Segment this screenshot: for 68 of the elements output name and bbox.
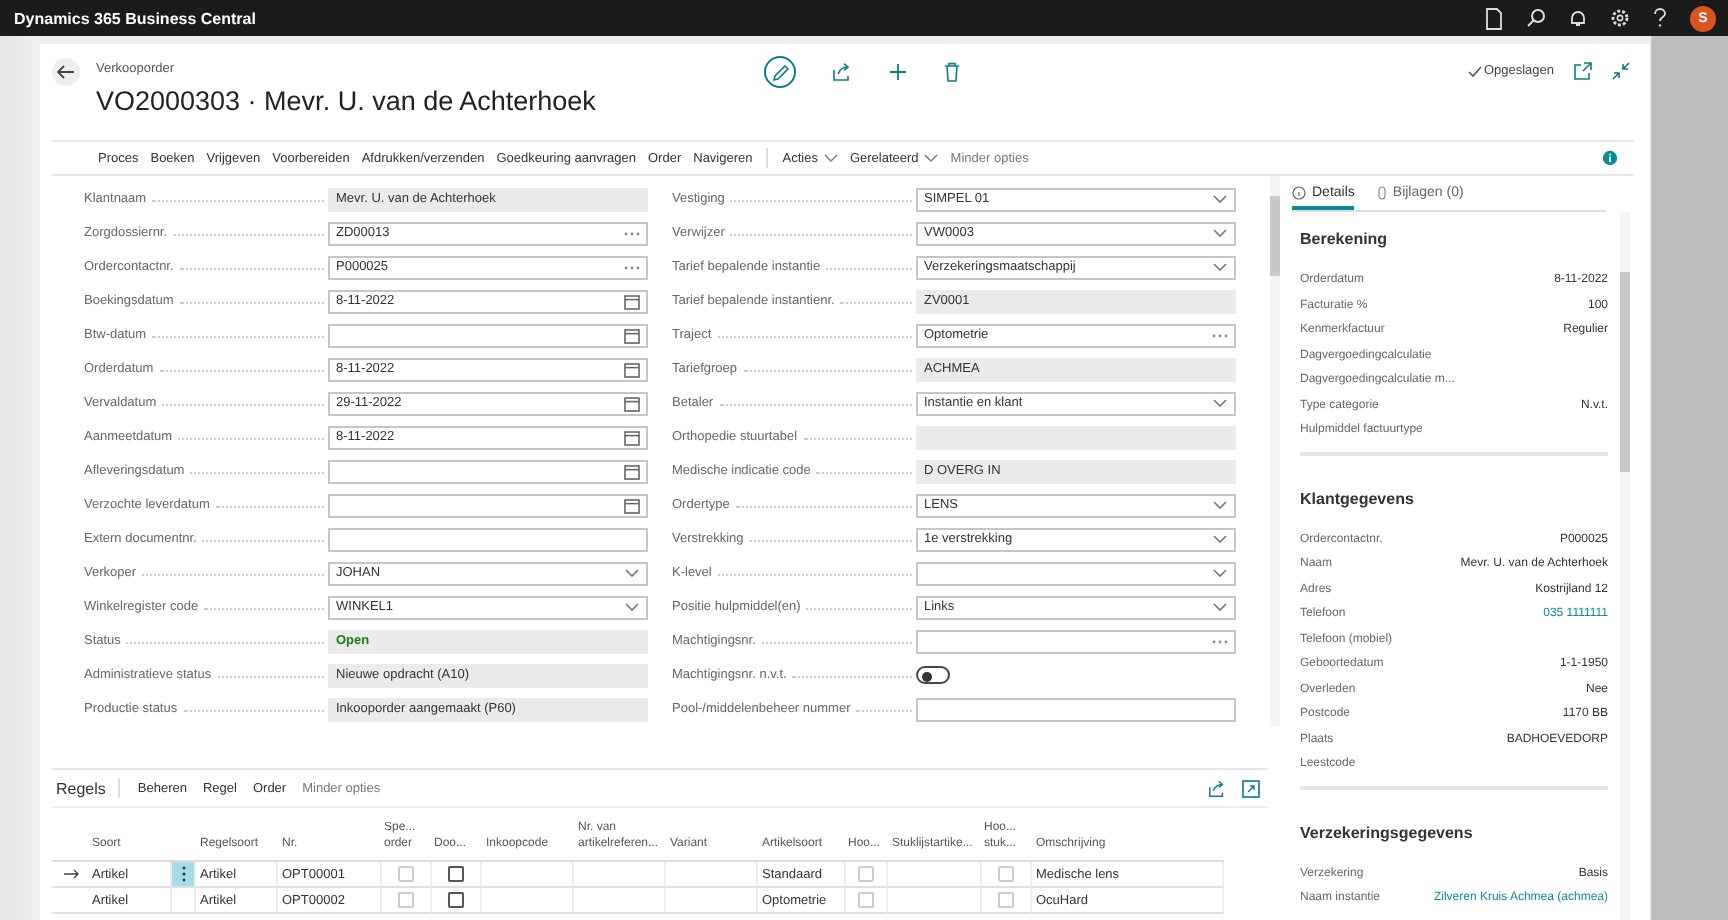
chevron-down-icon[interactable]: [624, 602, 640, 612]
calendar-icon[interactable]: [624, 395, 640, 411]
back-arrow-icon: [56, 64, 76, 80]
chevron-down-icon[interactable]: [1212, 568, 1228, 578]
bell-icon[interactable]: [1568, 8, 1588, 28]
calendar-icon[interactable]: [624, 429, 640, 445]
row-selector-cell[interactable]: [172, 888, 196, 914]
more-icon[interactable]: [1212, 637, 1228, 645]
section-title: Berekening: [1300, 230, 1390, 248]
settings-icon[interactable]: [1610, 8, 1630, 28]
more-icon[interactable]: [1212, 331, 1228, 339]
checkmark-icon: [1467, 65, 1482, 77]
collapse-icon[interactable]: [1612, 62, 1630, 80]
input-field[interactable]: [328, 527, 648, 551]
plus-icon[interactable]: [888, 62, 908, 82]
checkbox[interactable]: [448, 892, 464, 908]
calendar-icon[interactable]: [624, 463, 640, 479]
scrollbar[interactable]: [1270, 176, 1280, 726]
search-icon[interactable]: [1526, 8, 1546, 28]
input-field[interactable]: [916, 629, 1236, 653]
pencil-icon: [771, 63, 789, 81]
input-field[interactable]: [328, 493, 648, 517]
toggle-switch[interactable]: [916, 666, 950, 684]
table-cell: [666, 888, 758, 914]
input-field[interactable]: [916, 561, 1236, 585]
chevron-down-icon[interactable]: [1212, 602, 1228, 612]
calendar-icon[interactable]: [624, 293, 640, 309]
chevron-down-icon[interactable]: [1212, 534, 1228, 544]
document-icon[interactable]: [1484, 7, 1504, 29]
help-icon[interactable]: [1652, 8, 1668, 28]
expand-icon[interactable]: [1242, 779, 1260, 797]
calendar-icon[interactable]: [624, 327, 640, 343]
input-field[interactable]: [328, 323, 648, 347]
chevron-down-icon[interactable]: [1212, 500, 1228, 510]
calendar-icon[interactable]: [624, 361, 640, 377]
scrollbar[interactable]: [1620, 212, 1630, 920]
current-row-arrow-icon: [64, 868, 80, 880]
share-icon[interactable]: [1208, 779, 1226, 797]
chevron-down-icon[interactable]: [1212, 194, 1228, 204]
table-cell: [666, 862, 758, 888]
app-title: Dynamics 365 Business Central: [14, 9, 256, 27]
table-cell: [574, 862, 666, 888]
chevron-down-icon[interactable]: [1212, 262, 1228, 272]
chevron-down-icon: [823, 154, 838, 162]
input-field[interactable]: [328, 459, 648, 483]
checkbox[interactable]: [448, 866, 464, 882]
chevron-down-icon[interactable]: [1212, 398, 1228, 408]
calendar-icon[interactable]: [624, 497, 640, 513]
section-title: Klantgegevens: [1300, 489, 1416, 507]
delete-icon[interactable]: [944, 62, 960, 82]
more-icon[interactable]: [624, 229, 640, 237]
table-cell: [574, 888, 666, 914]
open-new-window-icon[interactable]: [1574, 62, 1592, 80]
section-title: Verzekeringsgegevens: [1300, 823, 1475, 841]
info-icon[interactable]: [1602, 150, 1618, 166]
paperclip-icon: [1378, 186, 1387, 200]
share-icon[interactable]: [832, 62, 852, 82]
info-icon: [1292, 186, 1306, 200]
edit-button[interactable]: [764, 56, 796, 88]
input-field[interactable]: [916, 697, 1236, 721]
back-button[interactable]: [52, 58, 80, 86]
row-selector-cell[interactable]: [172, 862, 196, 888]
chevron-down-icon[interactable]: [1212, 228, 1228, 238]
chevron-down-icon: [924, 154, 939, 162]
section-title: Regels: [56, 779, 106, 797]
more-icon[interactable]: [624, 263, 640, 271]
chevron-down-icon[interactable]: [624, 568, 640, 578]
page-title: VO2000303 · Mevr. U. van de Achterhoek: [96, 86, 596, 116]
